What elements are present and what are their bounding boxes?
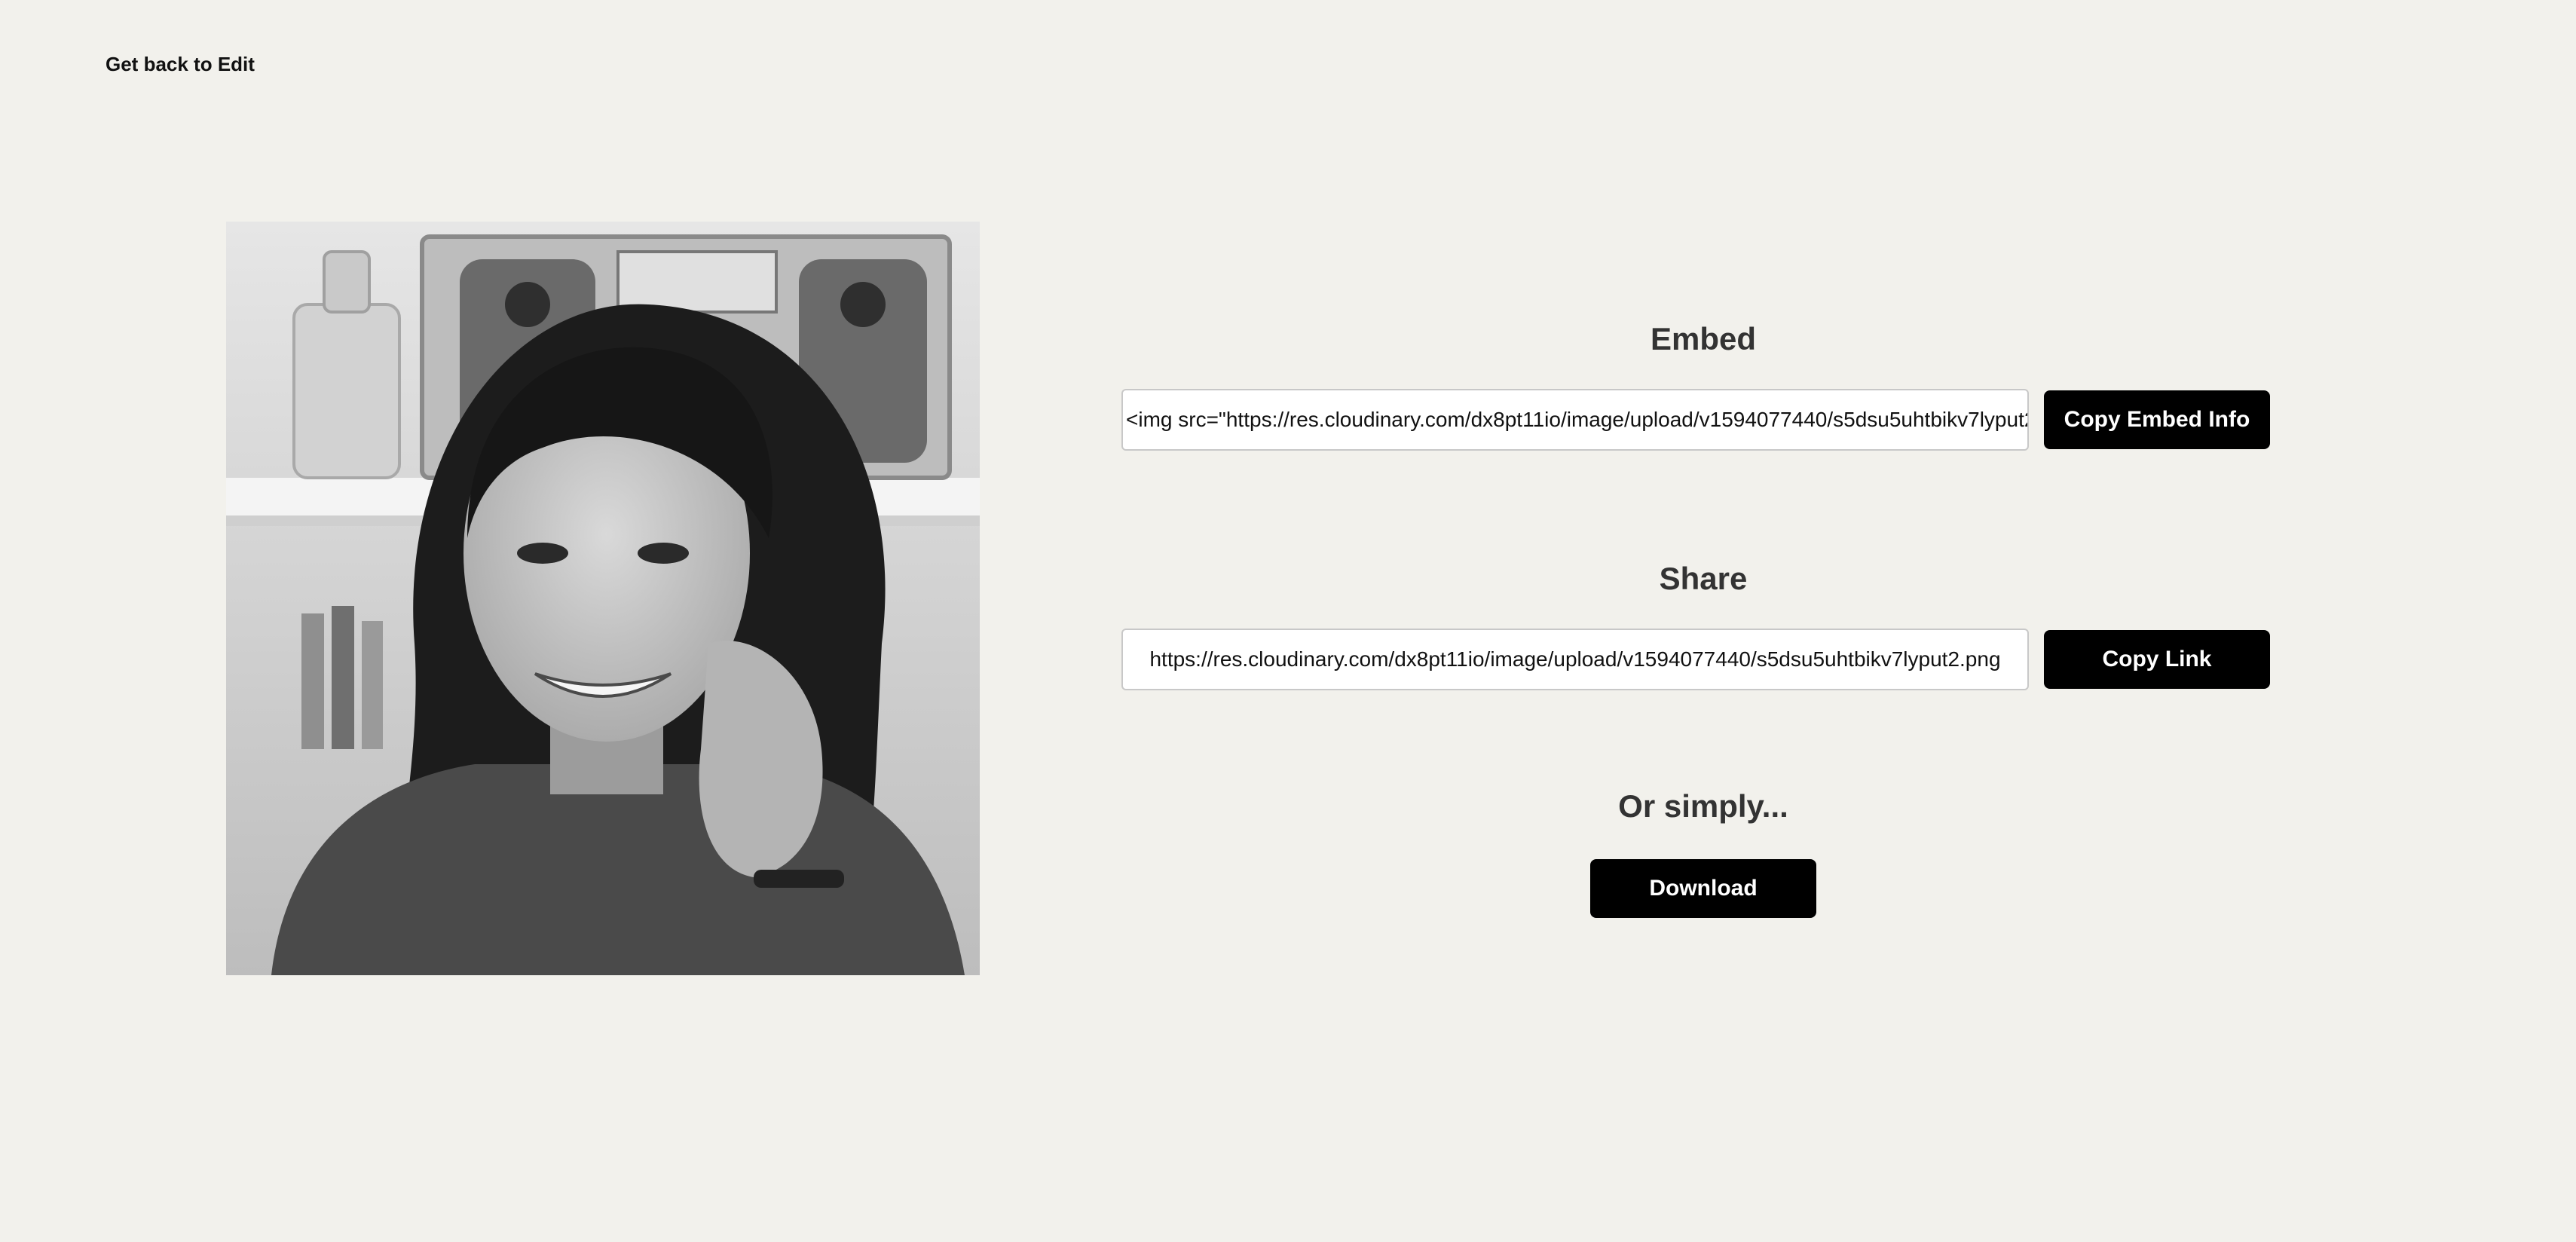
profile-photo: [226, 222, 980, 975]
share-section: Share https://res.cloudinary.com/dx8pt11…: [1121, 556, 2270, 690]
embed-section: Embed <img src="https://res.cloudinary.c…: [1121, 317, 2270, 451]
back-to-edit-link[interactable]: Get back to Edit: [106, 53, 255, 76]
share-panel: Embed <img src="https://res.cloudinary.c…: [1121, 317, 2270, 918]
or-simply-title: Or simply...: [1618, 788, 1788, 824]
share-link-field[interactable]: https://res.cloudinary.com/dx8pt11io/ima…: [1121, 629, 2029, 690]
share-title: Share: [1659, 561, 1748, 596]
download-section: Or simply... Download: [1121, 784, 2270, 918]
copy-link-button[interactable]: Copy Link: [2044, 630, 2270, 689]
embed-title: Embed: [1650, 321, 1757, 356]
copy-embed-info-button[interactable]: Copy Embed Info: [2044, 390, 2270, 449]
download-button[interactable]: Download: [1590, 859, 1816, 918]
embed-code-field[interactable]: <img src="https://res.cloudinary.com/dx8…: [1121, 389, 2029, 451]
